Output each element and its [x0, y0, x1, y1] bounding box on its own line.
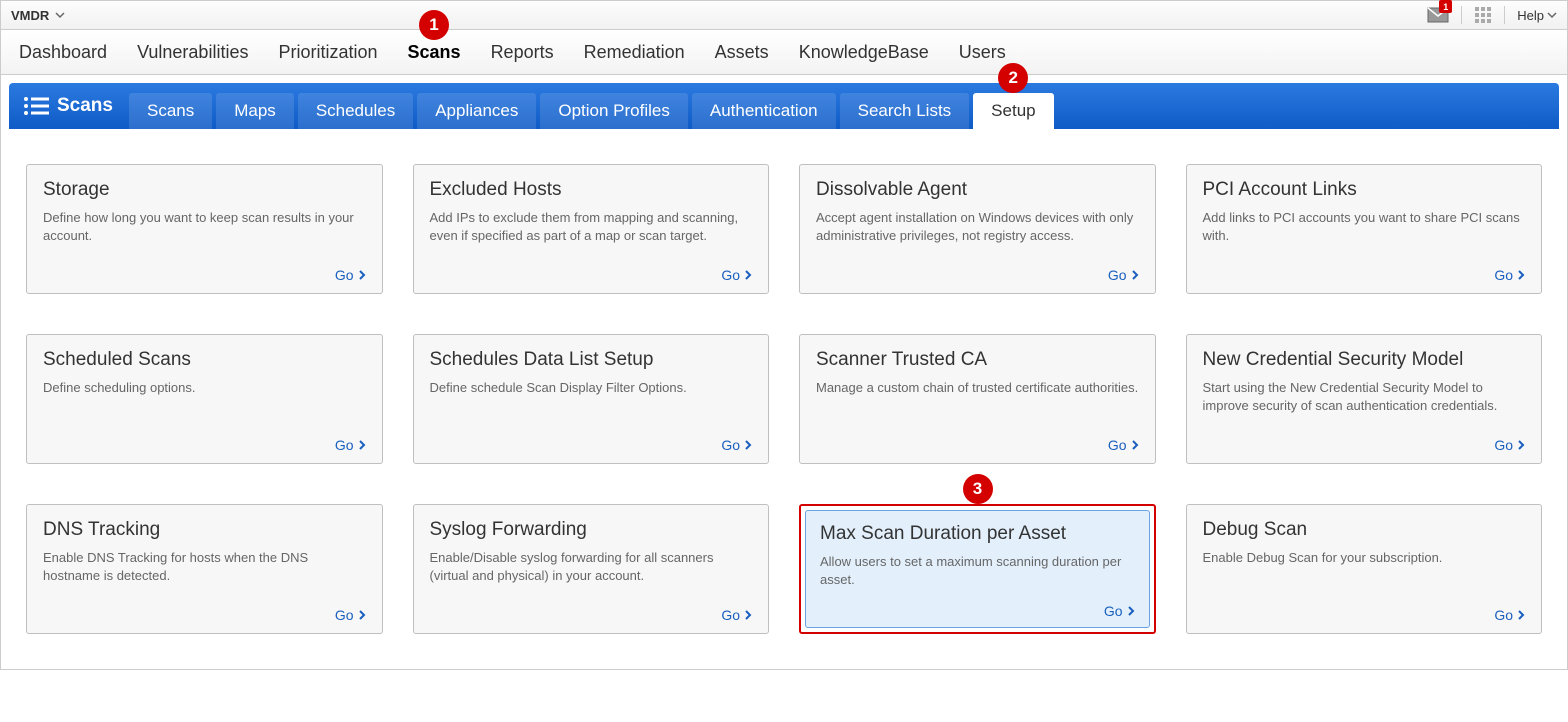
- main-nav-assets[interactable]: Assets: [715, 42, 769, 63]
- setup-card-scheduled-scans: Scheduled Scans Define scheduling options…: [26, 334, 383, 464]
- main-nav-reports[interactable]: Reports: [491, 42, 554, 63]
- card-description: Accept agent installation on Windows dev…: [816, 209, 1139, 257]
- sub-nav: Scans ScansMapsSchedulesAppliancesOption…: [9, 83, 1559, 129]
- go-link[interactable]: Go: [1494, 267, 1525, 283]
- card-title: Excluded Hosts: [430, 179, 753, 201]
- go-link[interactable]: Go: [1494, 607, 1525, 623]
- main-nav: Dashboard Vulnerabilities Prioritization Sc…: [0, 30, 1568, 75]
- list-icon: [23, 96, 49, 116]
- chevron-down-icon: [55, 10, 65, 20]
- card-description: Add IPs to exclude them from mapping and…: [430, 209, 753, 257]
- annotation-3: 3: [963, 474, 993, 504]
- chevron-down-icon: [1547, 10, 1557, 20]
- main-nav-remediation[interactable]: Remediation: [584, 42, 685, 63]
- card-description: Add links to PCI accounts you want to sh…: [1203, 209, 1526, 257]
- card-description: Define how long you want to keep scan re…: [43, 209, 366, 257]
- setup-card-dns-tracking: DNS Tracking Enable DNS Tracking for host…: [26, 504, 383, 634]
- main-nav-scans[interactable]: Scans: [408, 42, 461, 63]
- setup-card-dissolvable-agent: Dissolvable Agent Accept agent installati…: [799, 164, 1156, 294]
- go-link[interactable]: Go: [1494, 437, 1525, 453]
- sub-tab-maps[interactable]: Maps: [216, 93, 294, 129]
- sub-nav-title-text: Scans: [57, 95, 113, 117]
- go-link[interactable]: Go: [1108, 267, 1139, 283]
- help-menu[interactable]: Help: [1517, 8, 1557, 23]
- sub-tab-setup[interactable]: Setup: [973, 93, 1053, 129]
- sub-tab-authentication[interactable]: Authentication: [692, 93, 836, 129]
- card-title: Max Scan Duration per Asset: [820, 523, 1135, 545]
- card-description: Enable/Disable syslog forwarding for all…: [430, 549, 753, 597]
- setup-card-excluded-hosts: Excluded Hosts Add IPs to exclude them fr…: [413, 164, 770, 294]
- main-nav-prioritization[interactable]: Prioritization: [278, 42, 377, 63]
- sub-tab-appliances[interactable]: Appliances: [417, 93, 536, 129]
- setup-card-storage: Storage Define how long you want to keep …: [26, 164, 383, 294]
- go-link[interactable]: Go: [721, 607, 752, 623]
- go-link[interactable]: Go: [1108, 437, 1139, 453]
- app-selector[interactable]: VMDR: [11, 8, 65, 23]
- main-nav-vulnerabilities[interactable]: Vulnerabilities: [137, 42, 248, 63]
- card-description: Start using the New Credential Security …: [1203, 379, 1526, 427]
- apps-grid-icon[interactable]: [1474, 6, 1492, 24]
- go-link[interactable]: Go: [335, 437, 366, 453]
- sub-tab-schedules[interactable]: Schedules: [298, 93, 413, 129]
- setup-card-scanner-trusted-ca: Scanner Trusted CA Manage a custom chain …: [799, 334, 1156, 464]
- top-bar: VMDR 1 Help: [0, 0, 1568, 30]
- go-link[interactable]: Go: [721, 437, 752, 453]
- main-nav-users[interactable]: Users: [959, 42, 1006, 63]
- help-label: Help: [1517, 8, 1544, 23]
- card-title: Dissolvable Agent: [816, 179, 1139, 201]
- annotation-2: 2: [998, 63, 1028, 93]
- card-description: Define schedule Scan Display Filter Opti…: [430, 379, 753, 427]
- go-link[interactable]: Go: [721, 267, 752, 283]
- card-title: PCI Account Links: [1203, 179, 1526, 201]
- sub-tab-scans[interactable]: Scans: [129, 93, 212, 129]
- main-nav-knowledgebase[interactable]: KnowledgeBase: [799, 42, 929, 63]
- sub-nav-title: Scans: [19, 95, 125, 117]
- sub-nav-container: Scans ScansMapsSchedulesAppliancesOption…: [0, 75, 1568, 129]
- sub-tabs: ScansMapsSchedulesAppliancesOption Profi…: [129, 83, 1054, 129]
- card-title: Schedules Data List Setup: [430, 349, 753, 371]
- card-description: Manage a custom chain of trusted certifi…: [816, 379, 1139, 427]
- card-description: Define scheduling options.: [43, 379, 366, 427]
- main-nav-dashboard[interactable]: Dashboard: [19, 42, 107, 63]
- card-title: New Credential Security Model: [1203, 349, 1526, 371]
- go-link[interactable]: Go: [335, 267, 366, 283]
- go-link[interactable]: Go: [1104, 603, 1135, 619]
- setup-cards-grid: Storage Define how long you want to keep …: [0, 129, 1568, 670]
- card-title: Syslog Forwarding: [430, 519, 753, 541]
- card-description: Enable Debug Scan for your subscription.: [1203, 549, 1526, 597]
- setup-card-syslog-forwarding: Syslog Forwarding Enable/Disable syslog f…: [413, 504, 770, 634]
- setup-card-debug-scan: Debug Scan Enable Debug Scan for your sub…: [1186, 504, 1543, 634]
- mail-icon[interactable]: 1: [1427, 7, 1449, 23]
- card-title: DNS Tracking: [43, 519, 366, 541]
- app-selector-label: VMDR: [11, 8, 49, 23]
- annotation-1: 1: [419, 10, 449, 40]
- setup-card-pci-account-links: PCI Account Links Add links to PCI accoun…: [1186, 164, 1543, 294]
- setup-card-schedules-data-list-setup: Schedules Data List Setup Define schedule…: [413, 334, 770, 464]
- sub-tab-search-lists[interactable]: Search Lists: [840, 93, 970, 129]
- card-title: Scanner Trusted CA: [816, 349, 1139, 371]
- divider: [1461, 6, 1462, 24]
- mail-badge: 1: [1439, 0, 1452, 13]
- card-title: Storage: [43, 179, 366, 201]
- card-title: Debug Scan: [1203, 519, 1526, 541]
- go-link[interactable]: Go: [335, 607, 366, 623]
- setup-card-max-scan-duration-per-asset: Max Scan Duration per Asset Allow users t…: [799, 504, 1156, 634]
- setup-card-new-credential-security-model: New Credential Security Model Start using…: [1186, 334, 1543, 464]
- sub-tab-option-profiles[interactable]: Option Profiles: [540, 93, 688, 129]
- top-bar-right: 1 Help: [1427, 6, 1557, 24]
- card-description: Enable DNS Tracking for hosts when the D…: [43, 549, 366, 597]
- card-description: Allow users to set a maximum scanning du…: [820, 553, 1135, 593]
- divider: [1504, 6, 1505, 24]
- card-title: Scheduled Scans: [43, 349, 366, 371]
